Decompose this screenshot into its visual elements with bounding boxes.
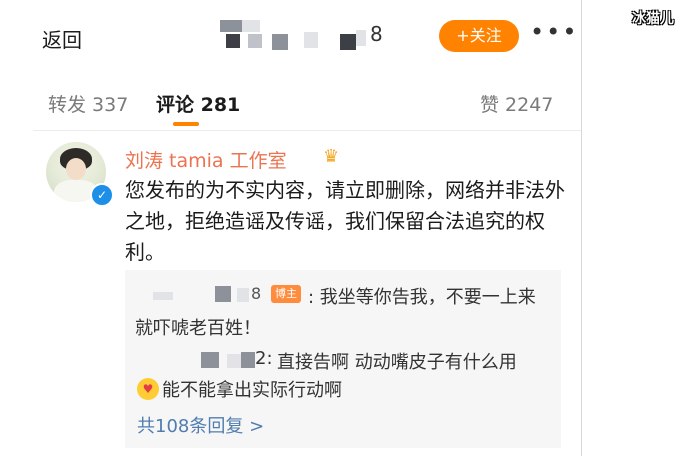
post-author-suffix: 8 [370, 22, 383, 46]
watermark: 冰猫儿 [632, 11, 674, 27]
comment-username[interactable]: 刘涛 tamia 工作室 [125, 146, 287, 173]
tab-likes[interactable]: 赞 2247 [480, 90, 553, 117]
reply-thread[interactable]: 8 博主 : 我坐等你告我，不要一上来 就吓唬老百姓！ 2: 直接告啊 动动嘴皮… [125, 270, 561, 448]
active-tab-indicator [173, 122, 199, 126]
heart-eyes-emoji-icon: ♥ [137, 378, 159, 400]
author-badge: 博主 [271, 285, 301, 303]
reply-text: 就吓唬老百姓！ [135, 318, 261, 339]
back-button[interactable]: 返回 [42, 24, 82, 53]
weibo-comment-screen: 返回 8 +关注 ••• 转发 337 评论 281 赞 2247 ✓ 刘涛 t… [33, 0, 582, 456]
more-options-icon[interactable]: ••• [530, 18, 578, 46]
reply-user-suffix: 2: [255, 348, 273, 369]
verified-check-icon: ✓ [90, 183, 114, 207]
post-author-pixelated [220, 20, 390, 52]
crown-icon: ♛ [323, 146, 340, 167]
comment-text: 您发布的为不实内容，请立即删除，网络并非法外之地，拒绝造谣及传谣，我们保留合法追… [125, 178, 565, 264]
reply-user-pixelated [145, 278, 285, 304]
more-replies-link[interactable]: 共108条回复 > [137, 412, 264, 438]
follow-button[interactable]: +关注 [439, 20, 519, 52]
reply-text: : 我坐等你告我，不要一上来 [308, 287, 536, 308]
top-bar: 返回 8 +关注 ••• [33, 0, 581, 70]
tab-reposts[interactable]: 转发 337 [48, 90, 128, 117]
reply-text: 能不能拿出实际行动啊 [162, 380, 342, 401]
reply-text: 直接告啊 动动嘴皮子有什么用 [277, 352, 517, 373]
tab-comments[interactable]: 评论 281 [156, 90, 240, 117]
reply-user-suffix: 8 [251, 284, 262, 303]
tab-bar: 转发 337 评论 281 赞 2247 [33, 70, 581, 131]
